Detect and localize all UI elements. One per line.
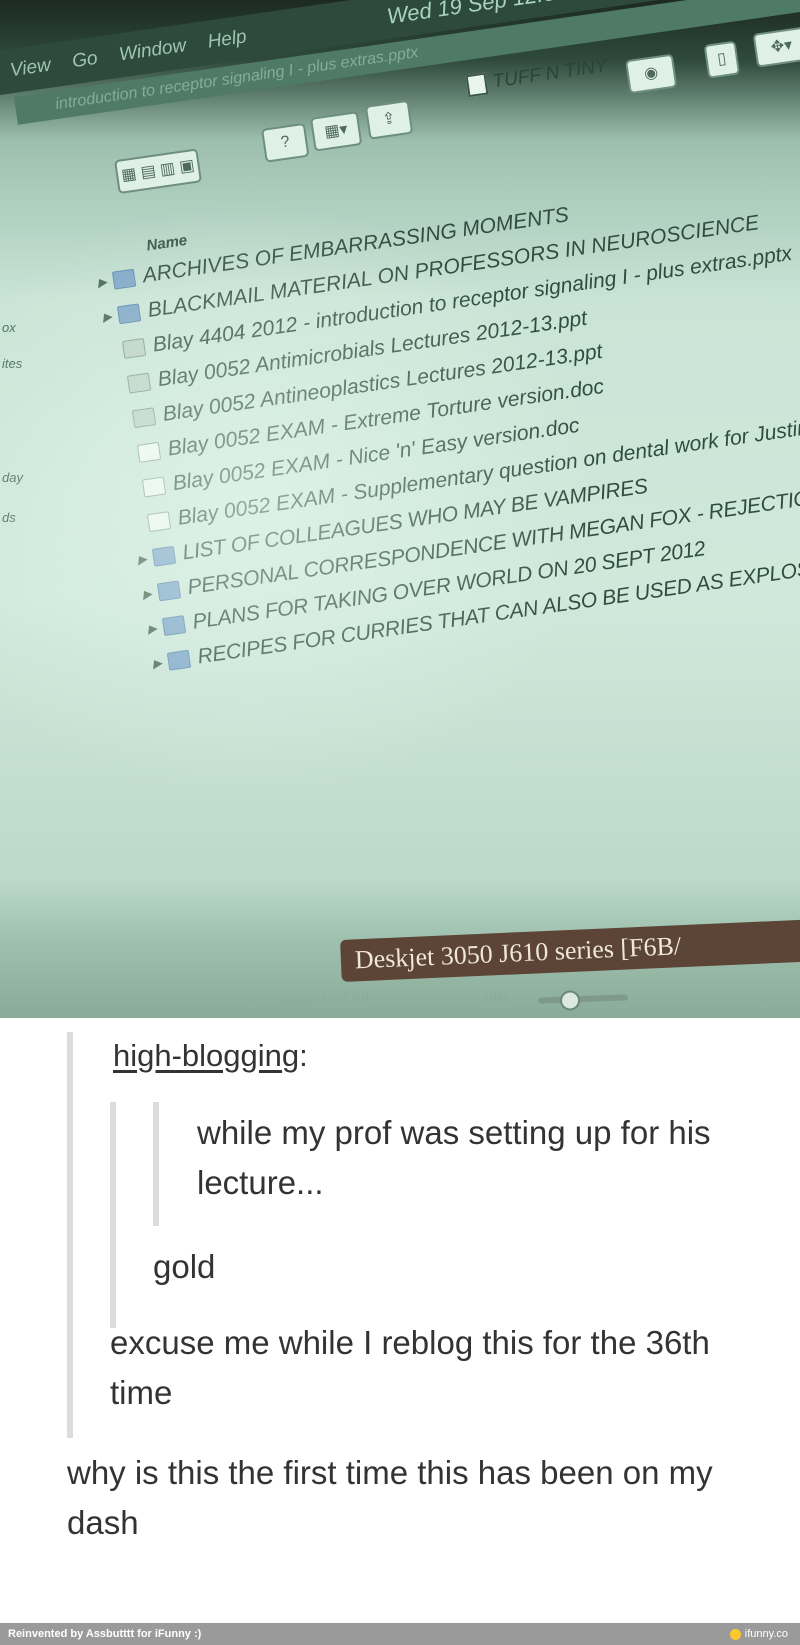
- ifunny-brand: ifunny.co: [729, 1623, 788, 1645]
- document-icon: [141, 476, 167, 497]
- checkbox-label: TUFF N TINY: [491, 55, 609, 93]
- menu-help[interactable]: Help: [206, 26, 248, 53]
- checkbox-icon[interactable]: [465, 72, 489, 98]
- arrange-icon[interactable]: ▦▾: [309, 111, 363, 152]
- tumblr-post: high-blogging: while my prof was setting…: [0, 1018, 800, 1623]
- menu-view[interactable]: View: [9, 55, 53, 83]
- presentation-icon: [126, 372, 152, 394]
- zoom-percent: 49%: [479, 989, 511, 1008]
- quote-bar: [110, 1102, 116, 1328]
- username-link[interactable]: high-blogging: [113, 1038, 299, 1073]
- photo-of-projected-screen: View Go Window Help Wed 19 Sep 12:31 int…: [0, 0, 800, 1068]
- folder-icon: [161, 614, 187, 636]
- menu-go[interactable]: Go: [71, 48, 99, 73]
- view-mode-buttons[interactable]: ▦ ▤ ▥ ▣: [114, 148, 203, 195]
- username-colon: :: [299, 1038, 308, 1073]
- disclosure-triangle-icon[interactable]: ▶: [145, 654, 169, 671]
- quicklook-icon[interactable]: ?: [261, 122, 310, 163]
- reblog-comment: excuse me while I reblog this for the 36…: [110, 1324, 710, 1411]
- eye-icon[interactable]: ◉: [625, 53, 678, 95]
- disclosure-triangle-icon[interactable]: ▶: [90, 273, 114, 290]
- menu-window[interactable]: Window: [118, 35, 188, 66]
- original-post-text: while my prof was setting up for his lec…: [197, 1114, 711, 1201]
- blogger-name: high-blogging:: [113, 1038, 308, 1074]
- dropbox-icon[interactable]: ✥▾: [752, 26, 800, 68]
- footer-credit: Reinvented by Assbutttt for iFunny :): [8, 1628, 202, 1640]
- quote-bar: [67, 1032, 73, 1438]
- quote-bar: [153, 1102, 159, 1226]
- folder-icon: [111, 268, 137, 290]
- folder-icon: [151, 545, 177, 567]
- sidebar-text[interactable]: ox: [2, 320, 16, 335]
- ifunny-smiley-icon: [729, 1628, 741, 1640]
- presentation-icon: [131, 406, 157, 428]
- disclosure-triangle-icon[interactable]: ▶: [135, 585, 159, 602]
- watermark-footer: Reinvented by Assbutttt for iFunny :) if…: [0, 1623, 800, 1645]
- document-icon[interactable]: ▯: [703, 40, 741, 79]
- ifunny-brand-text: ifunny.co: [744, 1628, 788, 1640]
- column-header-name[interactable]: Name: [145, 232, 188, 255]
- sidebar-text[interactable]: ites: [2, 356, 22, 371]
- disclosure-triangle-icon[interactable]: ▶: [130, 550, 154, 567]
- projected-screen: View Go Window Help Wed 19 Sep 12:31 int…: [0, 0, 800, 1068]
- reblog-comment: gold: [153, 1248, 216, 1285]
- presentation-icon: [121, 337, 147, 359]
- share-icon[interactable]: ⇪: [364, 99, 414, 140]
- sidebar-text[interactable]: day: [2, 470, 23, 485]
- reblog-comment: why is this the first time this has been…: [67, 1454, 713, 1541]
- folder-icon: [156, 579, 182, 601]
- disclosure-triangle-icon[interactable]: ▶: [140, 620, 164, 637]
- sidebar-fragment: ox ites day ds: [0, 300, 40, 700]
- disclosure-triangle-icon[interactable]: ▶: [95, 308, 119, 325]
- document-icon: [146, 510, 172, 532]
- document-icon: [136, 441, 162, 463]
- slide-indicator: Slide 1 of 69: [279, 990, 370, 1011]
- folder-icon: [116, 302, 142, 324]
- tuff-n-tiny-option[interactable]: TUFF N TINY: [465, 55, 609, 98]
- sidebar-text[interactable]: ds: [2, 510, 16, 525]
- folder-icon: [166, 649, 192, 671]
- file-list: ▶ ARCHIVES OF EMBARRASSING MOMENTS ▶ BLACK…: [89, 135, 800, 682]
